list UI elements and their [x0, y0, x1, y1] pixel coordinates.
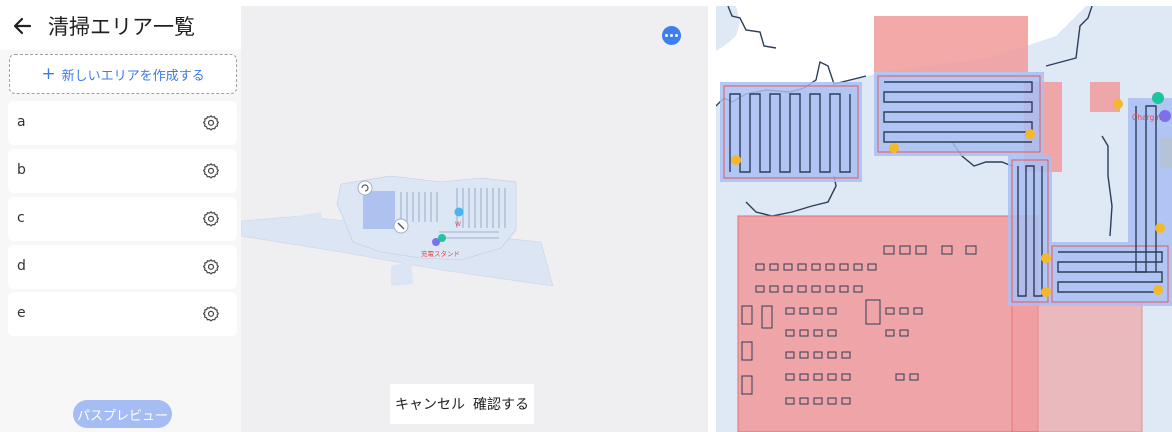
detail-floor-map[interactable]: Chargin: [716, 6, 1172, 432]
detail-charging-label: Chargin: [1132, 113, 1161, 122]
header: 清掃エリア一覧: [0, 0, 241, 50]
gear-icon[interactable]: [202, 210, 220, 228]
gear-icon[interactable]: [202, 114, 220, 132]
more-horizontal-icon[interactable]: [662, 26, 681, 45]
area-item-e[interactable]: e: [8, 292, 237, 336]
path-preview-button[interactable]: パスプレビュー: [73, 400, 172, 428]
gear-icon[interactable]: [202, 258, 220, 276]
area-name: e: [17, 305, 26, 321]
area-name: b: [17, 162, 26, 178]
arrow-left-icon[interactable]: [10, 13, 36, 39]
area-item-c[interactable]: c: [8, 197, 237, 241]
area-list-panel: 清掃エリア一覧 + 新しいエリアを作成する a b c d e パスプレビュー: [0, 0, 241, 432]
create-area-button[interactable]: + 新しいエリアを作成する: [9, 54, 237, 94]
gear-icon[interactable]: [202, 162, 220, 180]
charging-station-label: 充電スタンド: [421, 249, 460, 258]
confirm-button[interactable]: 確認する: [473, 394, 529, 414]
area-name: c: [17, 210, 25, 226]
plus-icon: +: [41, 63, 56, 84]
create-area-label: 新しいエリアを作成する: [61, 68, 205, 84]
area-name: d: [17, 258, 26, 274]
action-bar: キャンセル 確認する: [390, 384, 534, 424]
marker-label: W: [455, 221, 461, 228]
area-name: a: [17, 114, 26, 130]
overview-map[interactable]: W 充電スタンド キャンセル 確認する: [241, 6, 708, 432]
gear-icon[interactable]: [202, 305, 220, 323]
area-item-b[interactable]: b: [8, 149, 237, 193]
area-item-a[interactable]: a: [8, 101, 237, 145]
floor-map[interactable]: W 充電スタンド: [241, 166, 708, 316]
area-item-d[interactable]: d: [8, 245, 237, 289]
app-root: 清掃エリア一覧 + 新しいエリアを作成する a b c d e パスプレビュー: [0, 0, 1172, 432]
page-title: 清掃エリア一覧: [48, 15, 195, 39]
cancel-button[interactable]: キャンセル: [395, 394, 465, 414]
detail-map[interactable]: Chargin: [716, 6, 1172, 432]
